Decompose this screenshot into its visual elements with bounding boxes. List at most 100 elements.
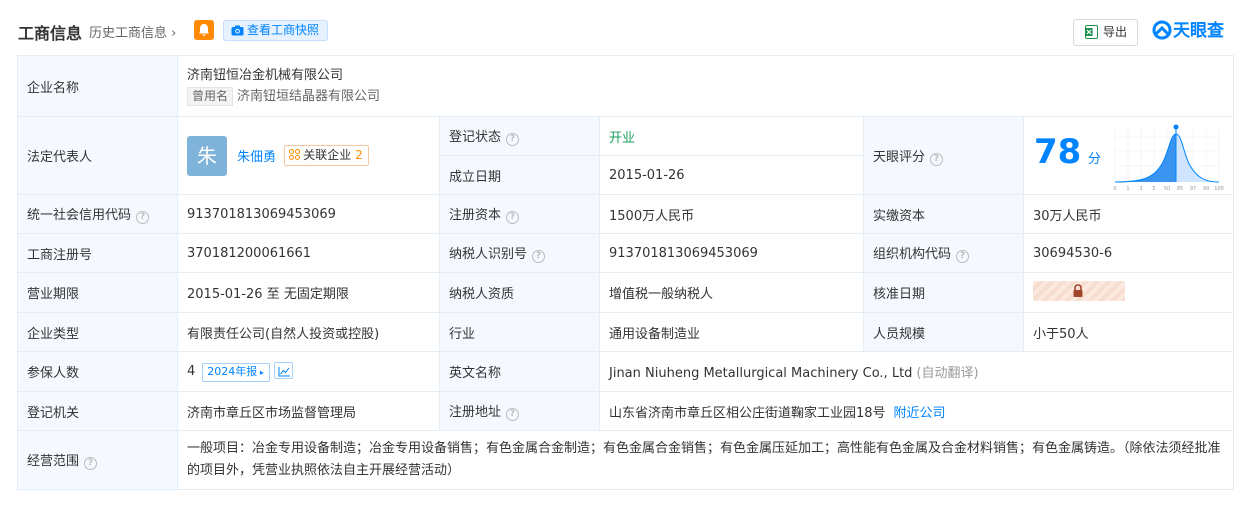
reg-no: 370181200061661 bbox=[177, 233, 440, 273]
reg-status-label: 登记状态 bbox=[449, 130, 502, 145]
reg-status: 开业 bbox=[599, 116, 864, 156]
logo-text: 天眼查 bbox=[1173, 21, 1224, 41]
score-label: 天眼评分 bbox=[873, 149, 926, 165]
taxpayer-id-label: 纳税人识别号 bbox=[449, 247, 528, 262]
table-row: 参保人数 4 2024年报 ▸ 英文名称 Jinan Niuheng Metall… bbox=[17, 351, 1234, 392]
company-type: 有限责任公司(自然人投资或控股) bbox=[177, 312, 440, 352]
related-count[interactable]: 2 bbox=[355, 148, 363, 162]
annual-report-label[interactable]: 2024年报 bbox=[207, 365, 257, 378]
axis-tick: 99 bbox=[1203, 186, 1209, 192]
address-cell: 山东省济南市章丘区相公庄街道鞠家工业园18号 附近公司 bbox=[599, 391, 1234, 431]
label-taxpayer-id: 纳税人识别号? bbox=[439, 233, 600, 273]
help-icon[interactable]: ? bbox=[84, 457, 98, 470]
snapshot-button[interactable]: 查看工商快照 bbox=[223, 20, 329, 41]
table-row: 统一社会信用代码? 913701813069453069 注册资本? 1500万… bbox=[17, 194, 1234, 234]
help-icon[interactable]: ? bbox=[532, 250, 546, 263]
label-reg-capital: 注册资本? bbox=[439, 194, 600, 234]
nearby-companies-link[interactable]: 附近公司 bbox=[894, 406, 946, 421]
english-name: Jinan Niuheng Metallurgical Machinery Co… bbox=[609, 366, 913, 381]
export-button-label[interactable]: 导出 bbox=[1103, 25, 1127, 39]
score-cell[interactable]: 78 分 0 1 3 5 50 85 97 99 100 bbox=[1023, 116, 1234, 195]
axis-tick: 5 bbox=[1152, 186, 1155, 192]
label-insured: 参保人数 bbox=[17, 351, 178, 392]
label-authority: 登记机关 bbox=[17, 391, 178, 431]
help-icon[interactable]: ? bbox=[506, 211, 520, 224]
insured-cell: 4 2024年报 ▸ bbox=[177, 351, 440, 392]
table-row: 登记机关 济南市章丘区市场监督管理局 注册地址? 山东省济南市章丘区相公庄街道鞠… bbox=[17, 391, 1234, 431]
reg-address: 山东省济南市章丘区相公庄街道鞠家工业园18号 bbox=[609, 405, 886, 421]
bell-icon[interactable] bbox=[194, 20, 214, 40]
label-credit-code: 统一社会信用代码? bbox=[17, 194, 178, 234]
company-name: 济南钮恒冶金机械有限公司 bbox=[187, 68, 344, 83]
scope-label: 经营范围 bbox=[27, 454, 80, 469]
label-english: 英文名称 bbox=[439, 351, 600, 392]
history-link[interactable]: 历史工商信息 › bbox=[89, 22, 176, 41]
help-icon[interactable]: ? bbox=[506, 408, 520, 421]
approve-date-cell bbox=[1023, 272, 1234, 313]
reg-capital: 1500万人民币 bbox=[599, 194, 864, 234]
axis-tick: 50 bbox=[1164, 186, 1170, 192]
credit-code-label: 统一社会信用代码 bbox=[27, 208, 132, 223]
reg-capital-label: 注册资本 bbox=[449, 208, 502, 223]
history-link-label[interactable]: 历史工商信息 bbox=[89, 26, 167, 41]
axis-tick: 97 bbox=[1190, 186, 1196, 192]
org-code: 30694530-6 bbox=[1023, 233, 1234, 273]
table-row: 营业期限 2015-01-26 至 无固定期限 纳税人资质 增值税一般纳税人 核… bbox=[17, 272, 1234, 313]
axis-tick: 1 bbox=[1126, 186, 1129, 192]
company-name-cell: 济南钮恒冶金机械有限公司 曾用名 济南钮垣结晶器有限公司 bbox=[177, 55, 1234, 117]
locked-value[interactable] bbox=[1033, 280, 1125, 301]
label-scope: 经营范围? bbox=[17, 430, 178, 490]
help-icon[interactable]: ? bbox=[930, 152, 944, 166]
logo-icon bbox=[1152, 20, 1172, 40]
label-reg-no: 工商注册号 bbox=[17, 233, 178, 273]
section-header: 工商信息 历史工商信息 › 查看工商快照 导出 天眼查 bbox=[0, 0, 1245, 56]
taxpayer-qual: 增值税一般纳税人 bbox=[599, 272, 864, 313]
help-icon[interactable]: ? bbox=[136, 211, 150, 224]
auto-translate-note: (自动翻译) bbox=[916, 366, 979, 381]
axis-tick: 0 bbox=[1113, 186, 1116, 192]
label-industry: 行业 bbox=[439, 312, 600, 352]
business-info-table: 企业名称 济南钮恒冶金机械有限公司 曾用名 济南钮垣结晶器有限公司 法定代表人 朱… bbox=[17, 55, 1234, 490]
label-address: 注册地址? bbox=[439, 391, 600, 431]
excel-icon bbox=[1085, 25, 1098, 39]
tianyancha-logo: 天眼查 bbox=[1152, 19, 1224, 43]
help-icon[interactable]: ? bbox=[506, 133, 520, 146]
annual-report-button[interactable]: 2024年报 ▸ bbox=[202, 362, 270, 382]
label-org-code: 组织机构代码? bbox=[863, 233, 1024, 273]
former-name: 济南钮垣结晶器有限公司 bbox=[237, 89, 381, 104]
taxpayer-id: 913701813069453069 bbox=[599, 233, 864, 273]
industry: 通用设备制造业 bbox=[599, 312, 864, 352]
export-button[interactable]: 导出 bbox=[1073, 19, 1138, 46]
related-companies-button[interactable]: 关联企业 2 bbox=[284, 145, 369, 166]
label-approve-date: 核准日期 bbox=[863, 272, 1024, 313]
label-found-date: 成立日期 bbox=[439, 155, 600, 195]
help-icon[interactable]: ? bbox=[956, 250, 970, 263]
network-icon bbox=[289, 149, 301, 160]
legal-rep-name[interactable]: 朱佃勇 bbox=[237, 150, 276, 165]
table-row: 经营范围? 一般项目：冶金专用设备制造；冶金专用设备销售；有色金属合金制造；有色… bbox=[17, 430, 1234, 490]
label-taxpayer-qual: 纳税人资质 bbox=[439, 272, 600, 313]
axis-tick: 85 bbox=[1177, 186, 1183, 192]
business-scope: 一般项目：冶金专用设备制造；冶金专用设备销售；有色金属合金制造；有色金属合金销售… bbox=[177, 430, 1234, 490]
score-value[interactable]: 78 bbox=[1034, 132, 1081, 172]
score-unit: 分 bbox=[1088, 151, 1102, 167]
trend-chart-icon[interactable] bbox=[273, 361, 293, 379]
label-company-name: 企业名称 bbox=[17, 55, 178, 117]
score-distribution-chart: 0 1 3 5 50 85 97 99 100 bbox=[1113, 124, 1224, 192]
camera-icon bbox=[231, 25, 244, 36]
label-paid-capital: 实缴资本 bbox=[863, 194, 1024, 234]
label-reg-status: 登记状态? bbox=[439, 116, 600, 156]
axis-tick: 3 bbox=[1139, 186, 1142, 192]
org-code-label: 组织机构代码 bbox=[873, 247, 952, 262]
snapshot-button-label[interactable]: 查看工商快照 bbox=[247, 23, 319, 37]
credit-code: 913701813069453069 bbox=[177, 194, 440, 234]
avatar[interactable]: 朱 bbox=[187, 135, 227, 176]
chevron-right-icon: › bbox=[167, 26, 177, 41]
section-title: 工商信息 bbox=[18, 24, 83, 43]
lock-icon bbox=[1073, 283, 1083, 297]
insured-count: 4 bbox=[187, 363, 196, 379]
english-name-cell: Jinan Niuheng Metallurgical Machinery Co… bbox=[599, 351, 1234, 392]
legal-rep-cell: 朱 朱佃勇 关联企业 2 bbox=[177, 116, 440, 195]
related-label[interactable]: 关联企业 bbox=[303, 148, 351, 162]
term: 2015-01-26 至 无固定期限 bbox=[177, 272, 440, 313]
